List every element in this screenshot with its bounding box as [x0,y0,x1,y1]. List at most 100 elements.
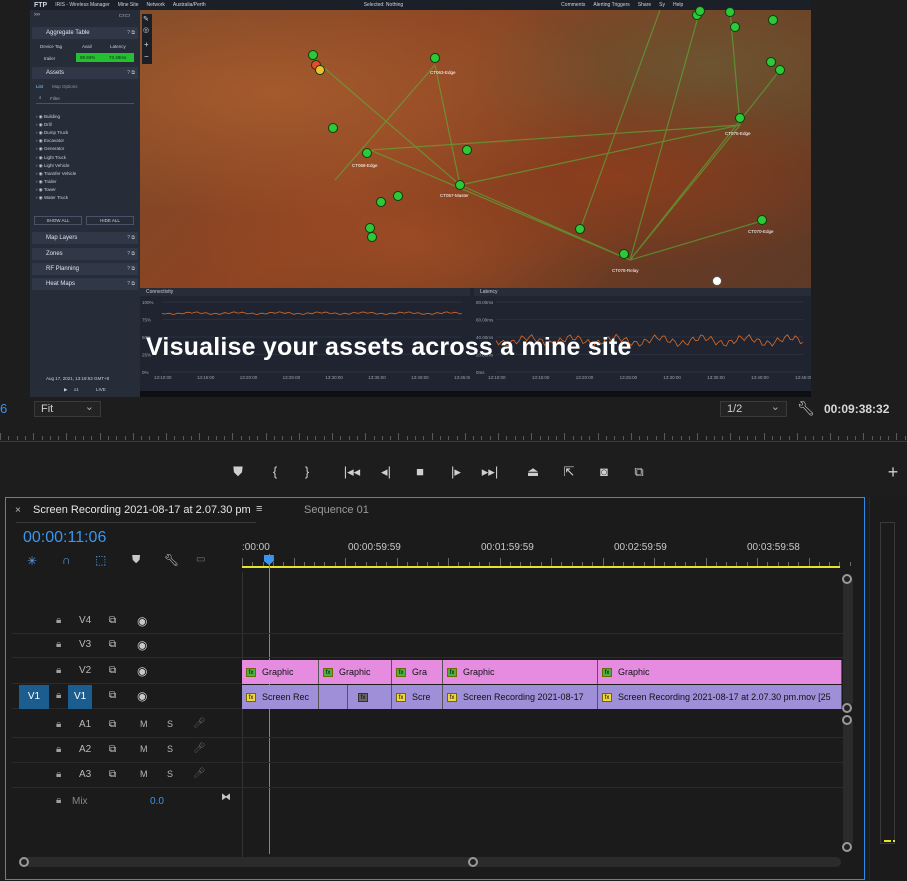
go-to-in-button[interactable]: |◂◂ [343,463,361,481]
v-scroll-bottom-handle[interactable] [842,703,852,713]
mute-button[interactable]: M [140,769,148,779]
asset-marker-icon[interactable] [362,148,372,158]
track-name-v2[interactable]: V2 [79,665,91,676]
asset-type-item[interactable]: › ◉ Excavator [36,138,64,144]
audio-track-a2[interactable] [12,739,848,763]
asset-marker-icon[interactable] [455,180,465,190]
lock-icon[interactable]: 🔒︎ [56,665,61,676]
zoom-in-icon[interactable]: + [144,40,149,49]
asset-marker-icon[interactable] [393,191,403,201]
help-icon[interactable]: ? ⧉ [127,248,135,260]
hide-all-button[interactable]: HIDE ALL [86,216,134,225]
tab-menu-icon[interactable]: ≡ [256,503,262,515]
video-clip[interactable]: fx [348,685,392,709]
go-to-out-button[interactable]: ▸▸| [481,463,499,481]
eye-icon[interactable]: ◉ [137,664,147,678]
video-vertical-scrollbar[interactable] [843,576,853,706]
wrench-icon[interactable]: 🔧︎ [797,400,815,417]
monitor-time-ruler[interactable] [0,428,907,442]
play-icon[interactable]: ▶ [64,387,67,393]
asset-type-item[interactable]: › ◉ Water Truck [36,195,68,201]
mix-value[interactable]: 0.0 [150,796,164,807]
graphic-clip[interactable]: fx Graphic [443,660,598,684]
audio-track-a3[interactable] [12,764,848,788]
filter-input[interactable]: Filter ⌕ [36,94,134,104]
lock-icon[interactable]: 🔒︎ [56,690,61,701]
track-name-v4[interactable]: V4 [79,615,91,626]
app-share[interactable]: Share [638,2,651,8]
a-scroll-top-handle[interactable] [842,715,852,725]
live-button[interactable]: LIVE [96,387,106,392]
lift-button[interactable]: ⏏ [524,463,542,481]
linked-selection-icon[interactable]: ∩ [62,553,71,567]
tab-list[interactable]: List [36,84,43,89]
video-clip[interactable]: fx Screen Recording 2021-08-17 at 2.07.30… [598,685,842,709]
extract-button[interactable]: ⇱ [560,463,578,481]
sync-lock-icon[interactable]: ⧉ [109,690,116,701]
lock-icon[interactable]: 🔒︎ [56,615,61,626]
app-nav-timezone[interactable]: Australia/Perth [173,2,206,8]
asset-marker-icon[interactable] [730,22,740,32]
draw-icon[interactable]: ✎ [143,15,149,23]
mark-in-button[interactable]: { [266,463,284,481]
audio-track-a1[interactable] [12,714,848,738]
lock-icon[interactable]: 🔒︎ [56,744,61,755]
asset-type-item[interactable]: › ◉ Transfer Vehicle [36,171,76,177]
mute-button[interactable]: M [140,744,148,754]
connectivity-header[interactable]: Connectivity [140,288,470,296]
step-back-button[interactable]: ◂| [377,463,395,481]
track-name-a1[interactable]: A1 [79,719,91,730]
tab-map-options[interactable]: Map Options [52,84,78,89]
mark-out-button[interactable]: } [298,463,316,481]
rf-planning-header[interactable]: RF Planning ? ⧉ [32,263,138,275]
asset-marker-icon[interactable] [768,15,778,25]
track-name-a3[interactable]: A3 [79,769,91,780]
aggregate-table-header[interactable]: Aggregate Table ? ⧉ [32,27,138,39]
asset-type-item[interactable]: › ◉ Building [36,114,60,120]
lock-icon[interactable]: 🔒︎ [56,795,61,806]
asset-marker-icon[interactable] [766,57,776,67]
help-icon[interactable]: ? ⧉ [127,27,135,39]
graphic-clip[interactable]: fx Graphic [242,660,319,684]
stop-button[interactable]: ■ [411,463,429,481]
h-scroll-right-handle[interactable] [468,857,478,867]
asset-marker-icon[interactable] [695,6,705,16]
zones-header[interactable]: Zones ? ⧉ [32,248,138,260]
asset-type-item[interactable]: › ◉ Trailer [36,179,56,185]
help-icon[interactable]: ? ⧉ [127,67,135,79]
layers-icon[interactable]: ◎ [143,26,149,34]
sync-lock-icon[interactable]: ⧉ [109,744,116,755]
app-nav-site[interactable]: Mine Site [118,2,139,8]
video-clip[interactable]: fx Screen Rec [242,685,319,709]
audio-vertical-scrollbar[interactable] [843,718,853,846]
wrench-icon[interactable]: 🔧︎ [164,553,179,567]
asset-marker-icon[interactable] [735,113,745,123]
video-clip[interactable] [319,685,348,709]
mute-button[interactable]: M [140,719,148,729]
eye-icon[interactable]: ◉ [137,689,147,703]
video-clip[interactable]: fx Scre [392,685,443,709]
asset-type-item[interactable]: › ◉ Light Vehicle [36,163,69,169]
captions-icon[interactable]: ▭ [196,554,205,565]
app-alerting[interactable]: Alerting Triggers [593,2,629,8]
lock-icon[interactable]: 🔒︎ [56,719,61,730]
lock-icon[interactable]: 🔒︎ [56,639,61,650]
asset-marker-icon[interactable] [430,53,440,63]
asset-marker-icon[interactable] [757,215,767,225]
microphone-icon[interactable]: 🎤︎ [193,743,206,754]
graphic-clip[interactable]: fx Gra [392,660,443,684]
asset-marker-icon[interactable] [308,50,318,60]
asset-type-item[interactable]: › ◉ Tower [36,187,56,193]
zoom-level-dropdown[interactable]: Fit [34,400,101,417]
eye-icon[interactable]: ◉ [137,614,147,628]
asset-type-item[interactable]: › ◉ Dump Truck [36,130,68,136]
microphone-icon[interactable]: 🎤︎ [193,768,206,779]
track-name-v3[interactable]: V3 [79,639,91,650]
tab-active-sequence[interactable]: Screen Recording 2021-08-17 at 2.07.30 p… [33,504,251,516]
button-editor-add[interactable]: + [884,463,902,481]
sync-lock-icon[interactable]: ⧉ [109,615,116,626]
resolution-dropdown[interactable]: 1/2 [720,400,787,417]
solo-button[interactable]: S [167,719,173,729]
tab-sequence-01[interactable]: Sequence 01 [304,504,369,516]
tower-marker-icon[interactable] [712,276,722,286]
